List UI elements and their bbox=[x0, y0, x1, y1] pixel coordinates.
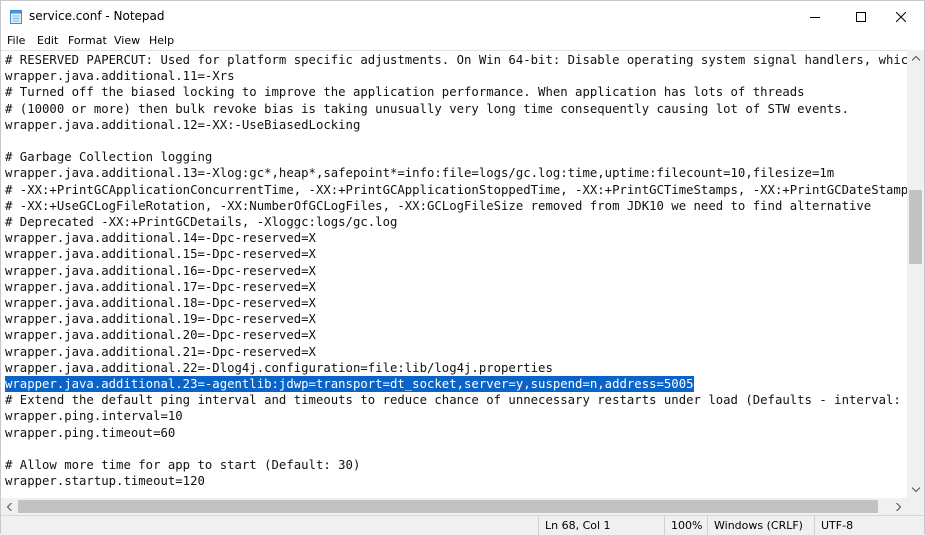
scroll-down-button[interactable] bbox=[907, 481, 924, 498]
chevron-left-icon bbox=[7, 502, 12, 511]
text-line: wrapper.ping.interval=10 bbox=[5, 409, 183, 424]
text-line: wrapper.java.additional.21=-Dpc-reserved… bbox=[5, 344, 316, 359]
chevron-up-icon bbox=[911, 56, 920, 61]
notepad-icon bbox=[10, 10, 22, 24]
status-zoom: 100% bbox=[664, 516, 707, 535]
scrollbar-corner bbox=[907, 498, 924, 515]
text-line: wrapper.java.additional.19=-Dpc-reserved… bbox=[5, 312, 316, 327]
text-line: wrapper.java.additional.11=-Xrs bbox=[5, 69, 235, 84]
status-line-ending: Windows (CRLF) bbox=[707, 516, 814, 535]
text-line: wrapper.java.additional.16=-Dpc-reserved… bbox=[5, 263, 316, 278]
vertical-scroll-thumb[interactable] bbox=[909, 190, 922, 264]
menu-bar: File Edit Format View Help bbox=[1, 32, 924, 50]
text-line: wrapper.java.additional.14=-Dpc-reserved… bbox=[5, 231, 316, 246]
status-encoding: UTF-8 bbox=[814, 516, 924, 535]
text-line: # Garbage Collection logging bbox=[5, 150, 213, 165]
text-line: # Extend the default ping interval and t… bbox=[5, 393, 907, 408]
notepad-window: service.conf - Notepad File Edit Format … bbox=[0, 0, 925, 535]
text-line: wrapper.java.additional.22=-Dlog4j.confi… bbox=[5, 360, 553, 375]
text-line: # -XX:+PrintGCApplicationConcurrentTime,… bbox=[5, 182, 907, 197]
menu-edit[interactable]: Edit bbox=[37, 34, 58, 47]
menu-help[interactable]: Help bbox=[149, 34, 174, 47]
scroll-right-button[interactable] bbox=[890, 498, 907, 515]
chevron-right-icon bbox=[896, 502, 901, 511]
text-line: # (10000 or more) then bulk revoke bias … bbox=[5, 101, 849, 116]
menu-format[interactable]: Format bbox=[68, 34, 107, 47]
text-line: # Allow more time for app to start (Defa… bbox=[5, 458, 361, 472]
horizontal-scrollbar[interactable] bbox=[1, 498, 907, 515]
text-line: wrapper.java.additional.18=-Dpc-reserved… bbox=[5, 296, 316, 310]
text-line: # Deprecated -XX:+PrintGCDetails, -Xlogg… bbox=[5, 215, 398, 229]
selected-text-line: wrapper.java.additional.23=-agentlib:jdw… bbox=[5, 376, 694, 392]
text-line: wrapper.startup.timeout=120 bbox=[5, 474, 205, 489]
maximize-icon bbox=[856, 11, 866, 22]
text-line: wrapper.java.additional.12=-XX:-UseBiase… bbox=[5, 117, 361, 132]
status-bar: Ln 68, Col 1 100% Windows (CRLF) UTF-8 bbox=[1, 515, 924, 535]
window-title: service.conf - Notepad bbox=[29, 9, 165, 23]
text-line: wrapper.java.additional.20=-Dpc-reserved… bbox=[5, 328, 316, 343]
text-line: # Turned off the biased locking to impro… bbox=[5, 85, 805, 100]
text-line: wrapper.java.additional.13=-Xlog:gc*,hea… bbox=[5, 166, 835, 181]
title-bar[interactable]: service.conf - Notepad bbox=[1, 1, 924, 32]
vertical-scrollbar[interactable] bbox=[907, 50, 924, 498]
text-line: # -XX:+UseGCLogFileRotation, -XX:NumberO… bbox=[5, 198, 872, 213]
text-line: wrapper.ping.timeout=60 bbox=[5, 425, 176, 440]
close-icon bbox=[896, 11, 906, 22]
scroll-left-button[interactable] bbox=[1, 498, 18, 515]
scroll-up-button[interactable] bbox=[907, 50, 924, 67]
chevron-down-icon bbox=[911, 487, 920, 492]
horizontal-scroll-thumb[interactable] bbox=[18, 500, 878, 513]
text-line: wrapper.java.additional.17=-Dpc-reserved… bbox=[5, 279, 316, 294]
menu-file[interactable]: File bbox=[7, 34, 25, 47]
minimize-button[interactable] bbox=[792, 1, 838, 32]
close-button[interactable] bbox=[878, 1, 924, 32]
text-line: # RESERVED PAPERCUT: Used for platform s… bbox=[5, 53, 907, 67]
menu-view[interactable]: View bbox=[114, 34, 140, 47]
text-editor[interactable]: # RESERVED PAPERCUT: Used for platform s… bbox=[1, 50, 907, 499]
text-line: wrapper.java.additional.15=-Dpc-reserved… bbox=[5, 247, 316, 262]
minimize-icon bbox=[810, 16, 820, 18]
status-cursor-position: Ln 68, Col 1 bbox=[538, 516, 664, 535]
